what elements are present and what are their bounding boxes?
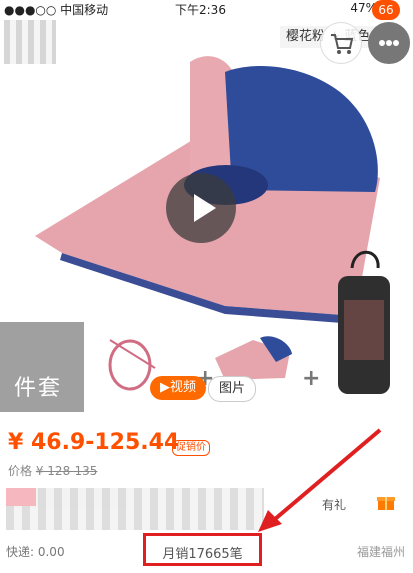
ship-from-location: 福建福州 (356, 545, 405, 559)
original-price-row: 价格 ¥ 128-135 (8, 462, 97, 479)
monthly-sales: 月销17665笔 (162, 547, 243, 562)
gift-label[interactable]: 有礼 (322, 496, 346, 513)
play-button[interactable] (166, 173, 236, 243)
notification-badge: 66 (372, 0, 400, 20)
cart-icon (331, 34, 354, 54)
product-title[interactable] (6, 488, 264, 530)
image-tab[interactable]: 图片 (208, 376, 257, 402)
status-bar: ●●●○○ 中国移动 下午2:36 47% (0, 0, 413, 18)
set-label: 件套 (14, 376, 63, 401)
price-range: ¥ 46.9-125.44 (8, 430, 180, 455)
original-price: ¥ 128-135 (35, 464, 98, 478)
title-tag (6, 488, 36, 506)
gift-icon[interactable] (376, 492, 396, 512)
original-price-label: 价格 (8, 464, 33, 478)
product-image-gallery[interactable]: ●●●○○ 中国移动 下午2:36 47% 樱花粉 + 蓝色 66 件套 + +… (0, 0, 413, 412)
back-button[interactable] (4, 20, 56, 64)
promo-badge: 促销价 (172, 440, 210, 456)
clock: 下午2:36 (175, 3, 226, 17)
shipping-fee: 快递: 0.00 (6, 545, 65, 559)
carrier-label: ●●●○○ 中国移动 (4, 3, 109, 17)
more-icon (379, 40, 399, 46)
cart-button[interactable] (320, 22, 362, 64)
play-icon (194, 194, 216, 222)
sales-highlight-box: 月销17665笔 (143, 533, 262, 566)
more-button[interactable] (368, 22, 410, 64)
video-tab[interactable]: ▶视频 (150, 376, 206, 400)
plus-icon: + (302, 366, 321, 391)
